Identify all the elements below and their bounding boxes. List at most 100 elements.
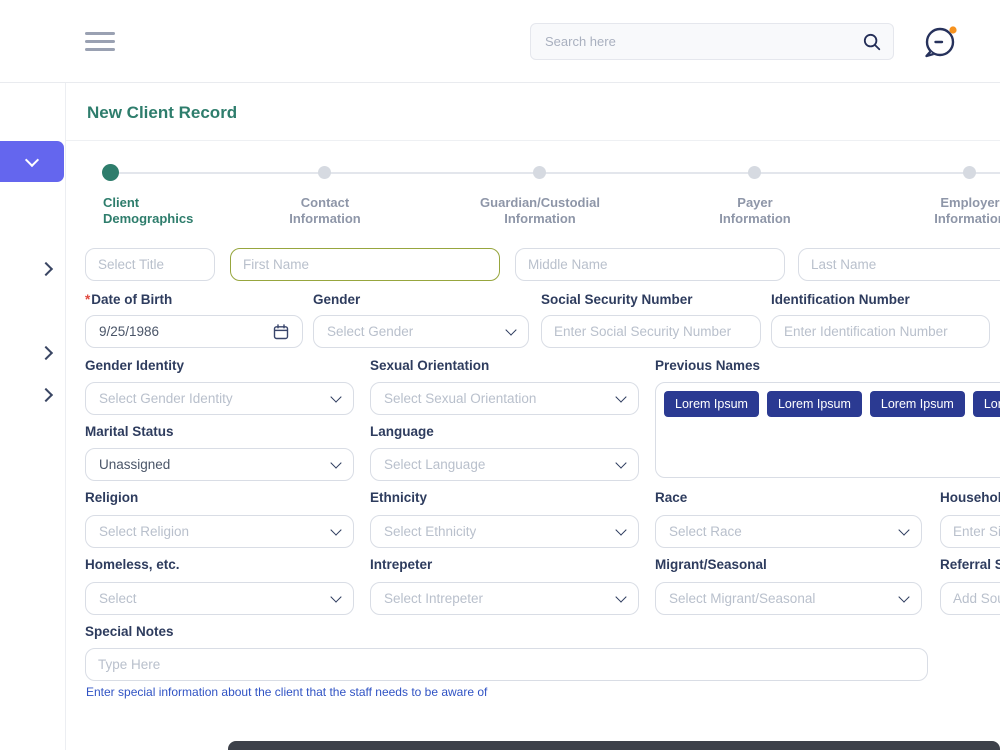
stepper-dot-employer-information[interactable] <box>963 166 976 179</box>
chevron-down-icon <box>330 391 342 403</box>
stepper-label-line: Information <box>934 211 1000 226</box>
interpreter-label: Intrepeter <box>370 557 433 572</box>
stepper-dot-client-demographics[interactable] <box>102 164 119 181</box>
title-divider <box>66 140 1000 141</box>
interpreter-placeholder: Select Intrepeter <box>384 591 484 606</box>
language-select[interactable]: Select Language <box>370 448 639 481</box>
ssn-field[interactable] <box>541 315 761 348</box>
chevron-down-icon <box>330 457 342 469</box>
sexual-orientation-label: Sexual Orientation <box>370 358 490 373</box>
stepper-track <box>110 172 1000 174</box>
gender-select[interactable]: Select Gender <box>313 315 529 348</box>
stepper-dot-payer-information[interactable] <box>748 166 761 179</box>
previous-name-chip: Lorem Ipsum <box>664 391 759 417</box>
screen: New Client Record Client Demographics Co… <box>0 0 1000 750</box>
gender-identity-placeholder: Select Gender Identity <box>99 391 233 406</box>
household-size-label: Household Size <box>940 490 1000 505</box>
migrant-seasonal-select[interactable]: Select Migrant/Seasonal <box>655 582 922 615</box>
race-placeholder: Select Race <box>669 524 742 539</box>
dob-label-text: Date of Birth <box>91 292 173 307</box>
previous-names-label: Previous Names <box>655 358 761 373</box>
stepper-label-line: Information <box>504 211 576 226</box>
hamburger-menu-icon[interactable] <box>85 32 115 51</box>
stepper-label-line: Contact <box>300 195 350 210</box>
chevron-down-icon <box>898 591 910 603</box>
search-icon[interactable] <box>863 33 881 51</box>
ethnicity-label: Ethnicity <box>370 490 428 505</box>
stepper-label-guardian-custodial[interactable]: Guardian/Custodial Information <box>480 195 600 227</box>
stepper-label-line: Information <box>719 211 791 226</box>
homeless-label: Homeless, etc. <box>85 557 180 572</box>
gender-identity-label: Gender Identity <box>85 358 185 373</box>
previous-name-chip: Lorem Ipsum <box>869 391 965 417</box>
race-label: Race <box>655 490 688 505</box>
homeless-placeholder: Select <box>99 591 137 606</box>
chevron-down-icon <box>505 324 517 336</box>
stepper-label-line: Demographics <box>103 211 194 226</box>
migrant-seasonal-label: Migrant/Seasonal <box>655 557 767 572</box>
middle-name-field[interactable] <box>515 248 785 281</box>
chevron-down-icon <box>330 524 342 536</box>
chevron-down-icon <box>330 591 342 603</box>
dob-value: 9/25/1986 <box>99 324 160 339</box>
referral-source-label: Referral Source <box>940 557 1000 572</box>
title-select-field[interactable] <box>85 248 215 281</box>
sexual-orientation-placeholder: Select Sexual Orientation <box>384 391 537 406</box>
language-label: Language <box>370 424 434 439</box>
stepper-label-employer-information[interactable]: Employer Information <box>934 195 1000 227</box>
stepper-label-line: Client <box>103 195 140 210</box>
last-name-field[interactable] <box>798 248 1000 281</box>
ethnicity-placeholder: Select Ethnicity <box>384 524 477 539</box>
previous-name-chip: Lorem Ipsum <box>972 391 1000 417</box>
stepper-dot-guardian-custodial[interactable] <box>533 166 546 179</box>
migrant-seasonal-placeholder: Select Migrant/Seasonal <box>669 591 816 606</box>
stepper-label-line: Payer <box>737 195 773 210</box>
marital-status-select[interactable]: Unassigned <box>85 448 354 481</box>
gender-label: Gender <box>313 292 361 307</box>
gender-placeholder: Select Gender <box>327 324 414 339</box>
ssn-label: Social Security Number <box>541 292 693 307</box>
search-box <box>530 23 894 60</box>
marital-status-value: Unassigned <box>99 457 171 472</box>
chevron-down-icon <box>615 524 627 536</box>
bottom-overlay-bar <box>228 741 1000 750</box>
dob-date-picker[interactable]: 9/25/1986 <box>85 315 303 348</box>
first-name-field[interactable] <box>230 248 500 281</box>
sidebar-item-active[interactable] <box>0 141 64 182</box>
stepper-label-line: Guardian/Custodial <box>480 195 600 210</box>
chevron-down-icon <box>615 457 627 469</box>
referral-source-field[interactable] <box>940 582 1000 615</box>
stepper-label-line: Employer <box>940 195 1000 210</box>
marital-status-label: Marital Status <box>85 424 174 439</box>
dob-label: *Date of Birth <box>85 292 172 307</box>
previous-name-chip: Lorem Ipsum <box>766 391 862 417</box>
interpreter-select[interactable]: Select Intrepeter <box>370 582 639 615</box>
stepper-dot-contact-information[interactable] <box>318 166 331 179</box>
id-number-label: Identification Number <box>771 292 910 307</box>
page-title: New Client Record <box>87 103 238 122</box>
stepper-label-line: Information <box>289 211 361 226</box>
sexual-orientation-select[interactable]: Select Sexual Orientation <box>370 382 639 415</box>
religion-label: Religion <box>85 490 139 505</box>
stepper-label-payer-information[interactable]: Payer Information <box>719 195 791 227</box>
ethnicity-select[interactable]: Select Ethnicity <box>370 515 639 548</box>
gender-identity-select[interactable]: Select Gender Identity <box>85 382 354 415</box>
household-size-field[interactable] <box>940 515 1000 548</box>
stepper-label-contact-information[interactable]: Contact Information <box>289 195 361 227</box>
chevron-down-icon <box>615 591 627 603</box>
top-header <box>0 0 1000 83</box>
search-input[interactable] <box>531 34 863 49</box>
chat-bubble-icon[interactable] <box>919 20 961 62</box>
language-placeholder: Select Language <box>384 457 486 472</box>
special-notes-field[interactable] <box>85 648 928 681</box>
religion-select[interactable]: Select Religion <box>85 515 354 548</box>
previous-names-box[interactable]: Lorem Ipsum Lorem Ipsum Lorem Ipsum Lore… <box>655 382 1000 478</box>
special-notes-label: Special Notes <box>85 624 174 639</box>
special-notes-helper-text: Enter special information about the clie… <box>86 685 488 699</box>
id-number-field[interactable] <box>771 315 990 348</box>
homeless-select[interactable]: Select <box>85 582 354 615</box>
race-select[interactable]: Select Race <box>655 515 922 548</box>
sidebar <box>0 83 66 750</box>
chevron-down-icon <box>24 152 40 167</box>
stepper-label-client-demographics[interactable]: Client Demographics <box>103 195 193 227</box>
